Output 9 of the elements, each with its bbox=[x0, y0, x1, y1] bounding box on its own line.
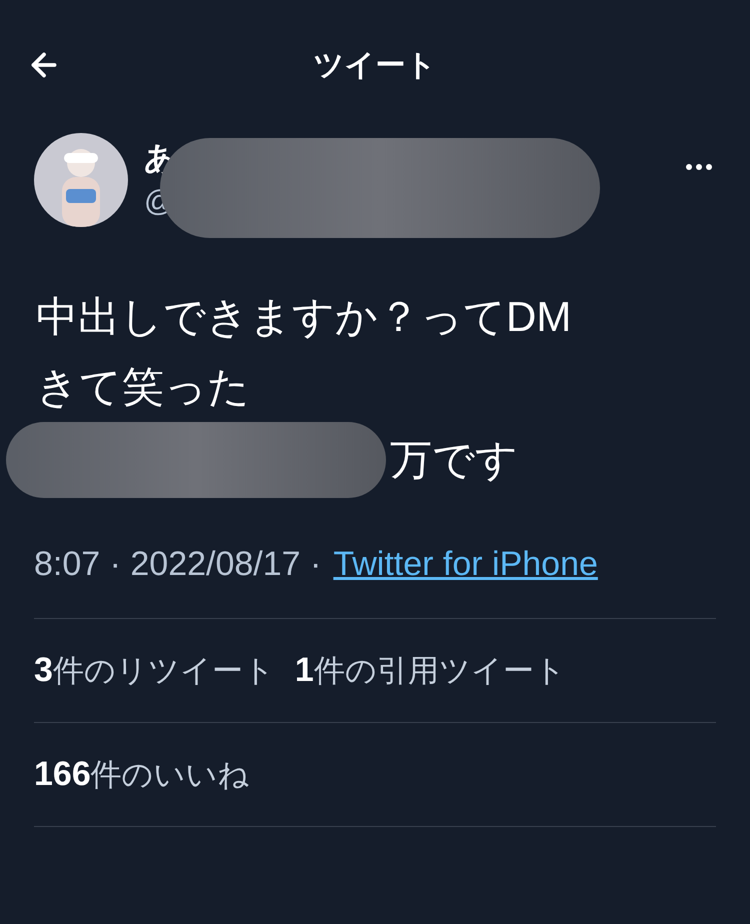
source-link[interactable]: Twitter for iPhone bbox=[333, 528, 598, 600]
tweet-timestamp: 8:07 · 2022/08/17 · bbox=[34, 544, 322, 585]
tweet-text-line: きて笑った bbox=[36, 362, 251, 412]
tweet-text-line: 中出しできますか？ってDM bbox=[36, 292, 572, 342]
tweet-text-line: 万です bbox=[390, 435, 518, 485]
engagement-count[interactable]: 3件のリツイート bbox=[34, 645, 275, 696]
engagement-count[interactable]: 166件のいいね bbox=[34, 749, 250, 800]
page-title: ツイート bbox=[314, 48, 436, 84]
engagement-count[interactable]: 1件の引用ツイート bbox=[294, 645, 566, 696]
